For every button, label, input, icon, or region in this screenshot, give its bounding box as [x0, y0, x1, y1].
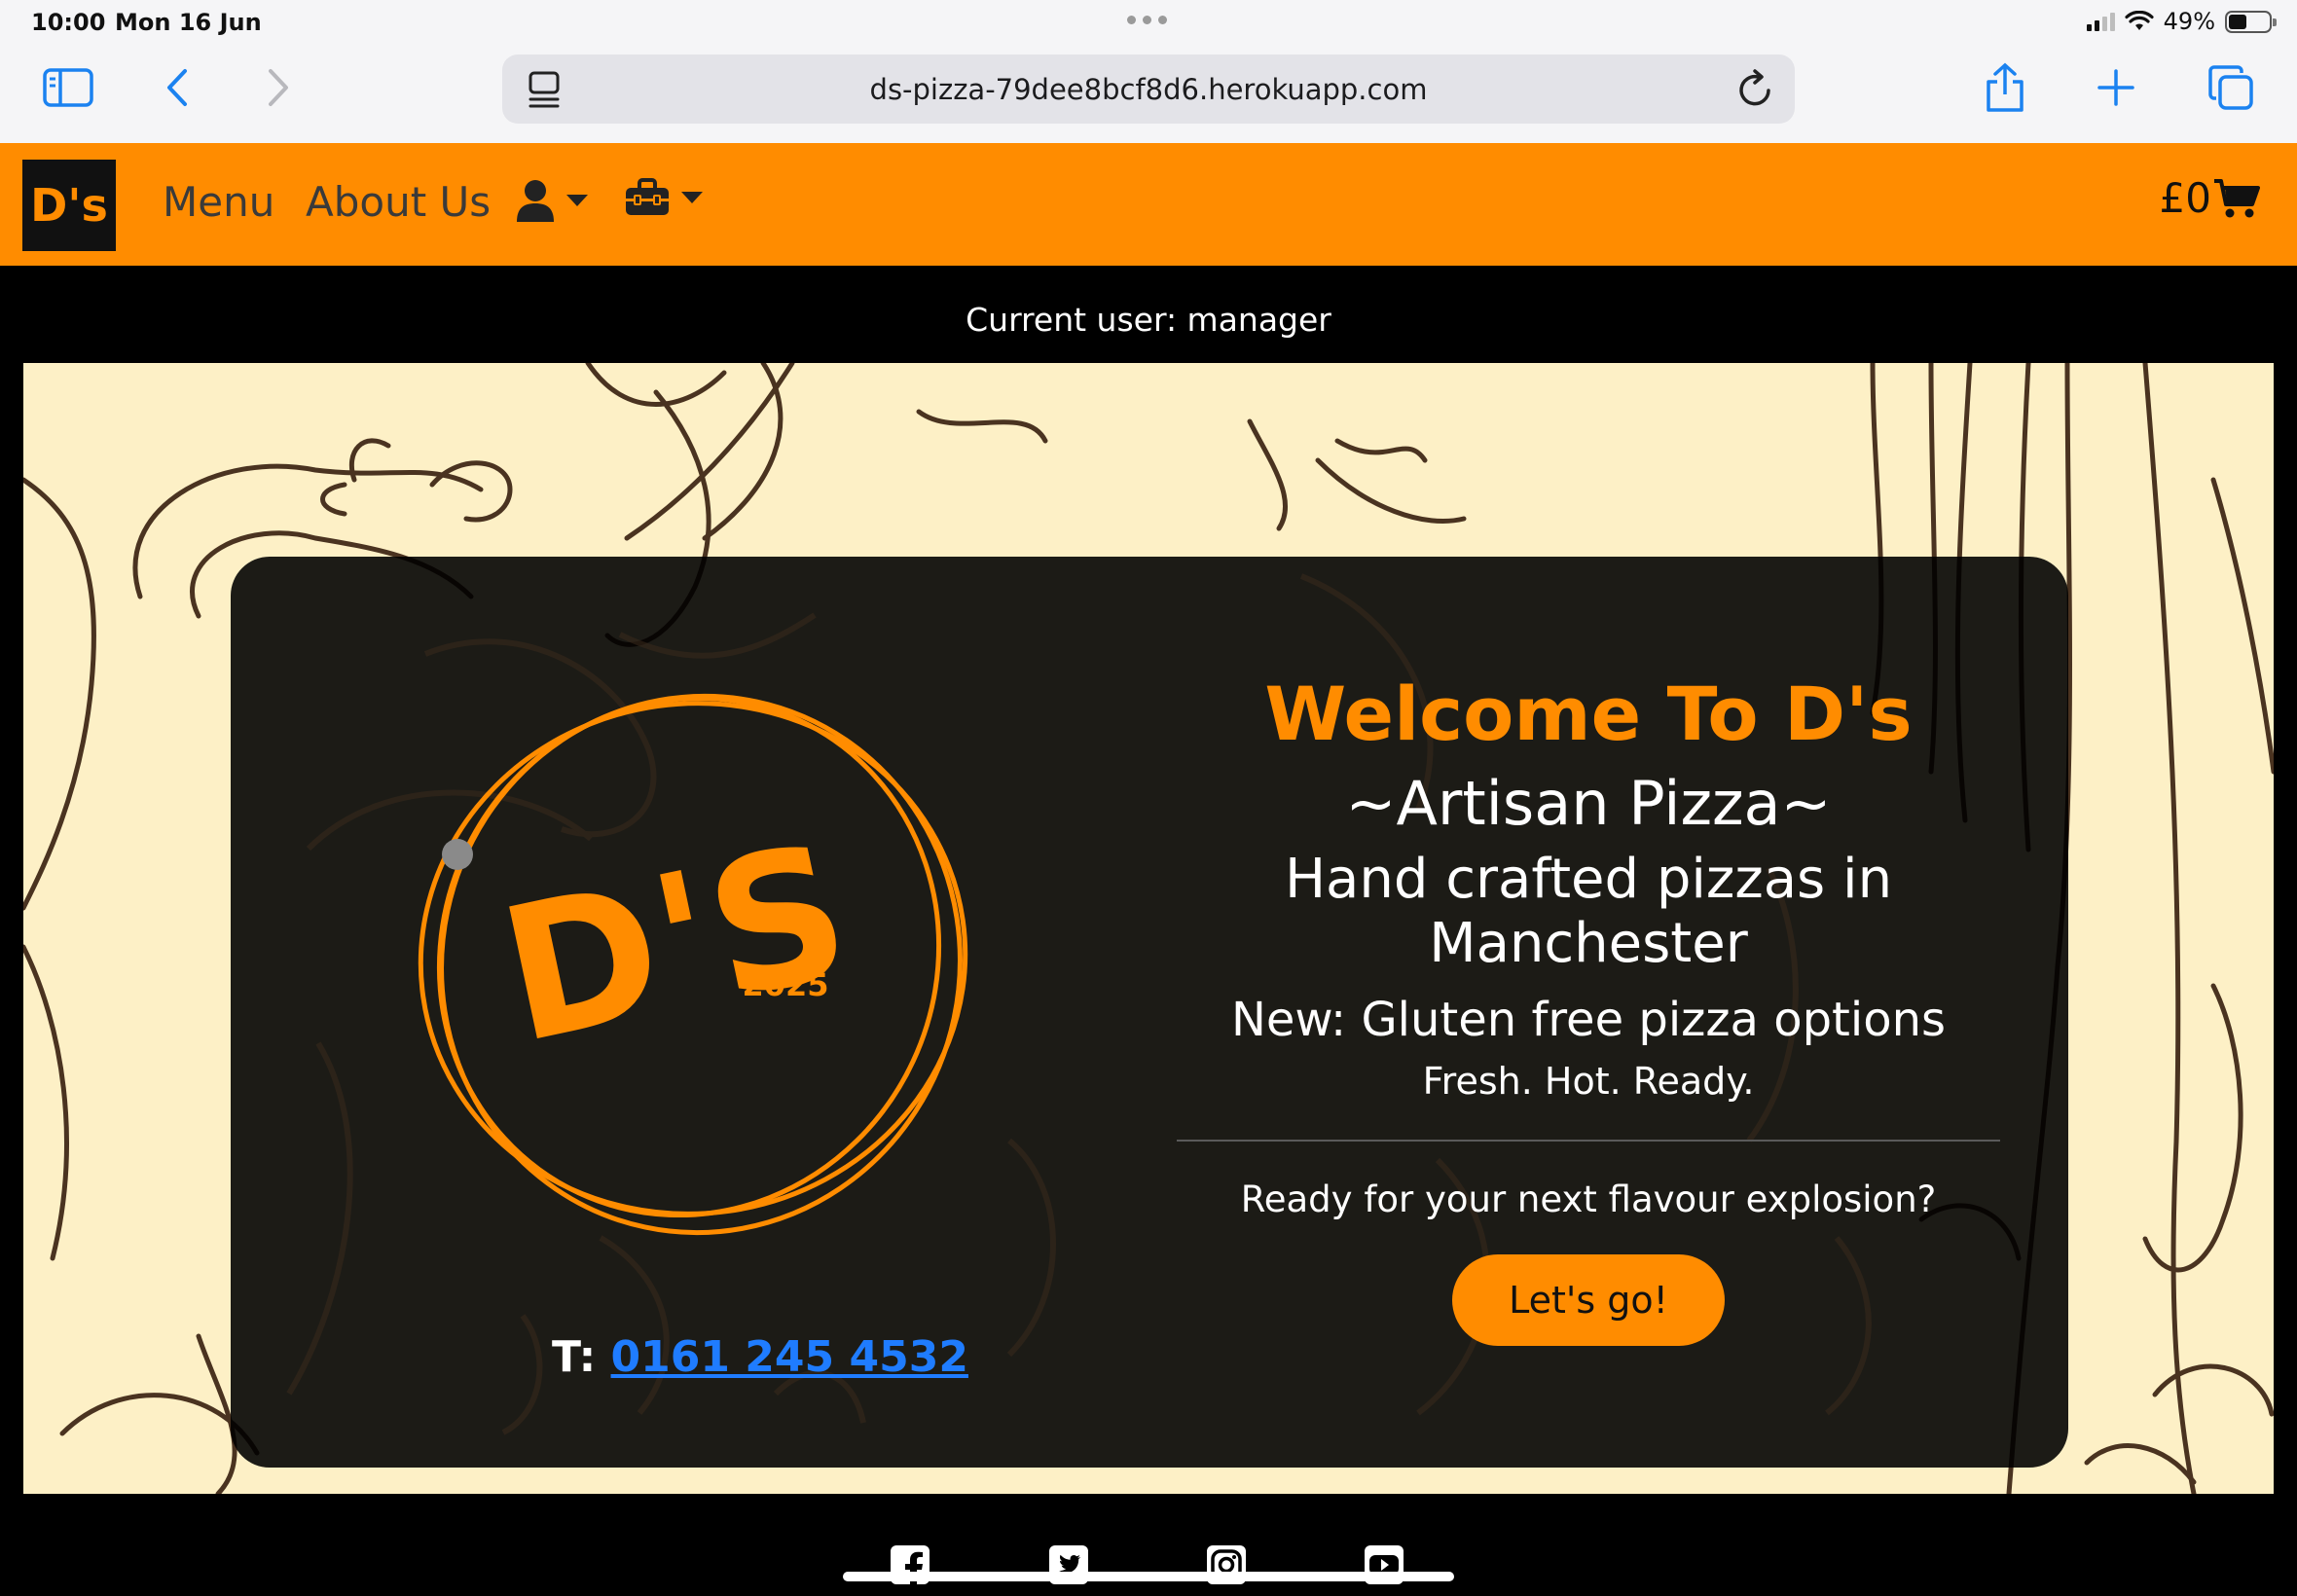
battery-percent: 49%: [2163, 8, 2215, 35]
address-bar[interactable]: ds-pizza-79dee8bcf8d6.herokuapp.com: [502, 54, 1795, 124]
ds-logo: D'S 2025: [401, 667, 985, 1251]
fresh-slogan: Fresh. Hot. Ready.: [1422, 1060, 1755, 1104]
url-text: ds-pizza-79dee8bcf8d6.herokuapp.com: [869, 73, 1428, 106]
forward-icon[interactable]: [249, 58, 308, 117]
welcome-card: D'S 2025 T: 0161 245 4532 Welcome To D's…: [231, 557, 2068, 1468]
user-icon: [517, 180, 554, 222]
status-date: Mon 16 Jun: [115, 9, 262, 36]
new-tab-icon[interactable]: [2087, 58, 2145, 117]
home-indicator[interactable]: [843, 1572, 1454, 1581]
battery-icon: [2225, 10, 2277, 33]
sidebar-toggle-icon[interactable]: [39, 58, 97, 117]
status-bar: 10:00 Mon 16 Jun 49%: [0, 0, 2297, 45]
chevron-down-icon: [681, 192, 703, 203]
logo-text: D'S: [485, 803, 865, 1085]
phone-link[interactable]: 0161 245 4532: [611, 1332, 968, 1382]
current-user-banner: Current user: manager: [0, 266, 2297, 363]
nav-link-menu[interactable]: Menu: [163, 178, 274, 226]
nav-link-about-us[interactable]: About Us: [306, 178, 491, 226]
management-dropdown[interactable]: [625, 178, 703, 217]
cellular-signal-icon: [2086, 12, 2115, 31]
multitask-dots-icon[interactable]: [1127, 16, 1167, 24]
wifi-icon: [2125, 11, 2154, 30]
welcome-text-column: Welcome To D's ~Artisan Pizza~ Hand craf…: [1175, 673, 2002, 1346]
phone-prefix: T:: [552, 1332, 597, 1382]
phone-contact: T: 0161 245 4532: [552, 1332, 968, 1382]
cart-button[interactable]: £0: [2160, 174, 2260, 222]
site-navbar: D's Menu About Us £0: [0, 143, 2297, 266]
cta-prompt: Ready for your next flavour explosion?: [1240, 1178, 1937, 1220]
status-time: 10:00: [31, 9, 106, 36]
reload-icon[interactable]: [1736, 69, 1775, 110]
cart-total: £0: [2159, 174, 2211, 222]
chevron-down-icon: [566, 195, 588, 206]
cart-icon: [2214, 178, 2260, 217]
welcome-heading: Welcome To D's: [1264, 671, 1913, 757]
back-icon[interactable]: [148, 58, 206, 117]
tagline: ~Artisan Pizza~: [1345, 767, 1832, 839]
brand-logo[interactable]: D's: [22, 160, 116, 251]
gluten-free-notice: New: Gluten free pizza options: [1230, 993, 1947, 1048]
divider: [1177, 1139, 2000, 1142]
toolbox-icon: [626, 178, 669, 215]
subtitle: Hand crafted pizzas in Manchester: [1284, 847, 1893, 975]
account-dropdown[interactable]: [516, 178, 588, 223]
lets-go-button[interactable]: Let's go!: [1452, 1253, 1725, 1346]
share-icon[interactable]: [1976, 58, 2034, 117]
browser-chrome: 10:00 Mon 16 Jun 49% ds-pizza-79dee8bcf8…: [0, 0, 2297, 143]
logo-year: 2025: [742, 966, 828, 1003]
hero-section: D'S 2025 T: 0161 245 4532 Welcome To D's…: [23, 363, 2274, 1494]
tabs-overview-icon[interactable]: [2202, 58, 2260, 117]
